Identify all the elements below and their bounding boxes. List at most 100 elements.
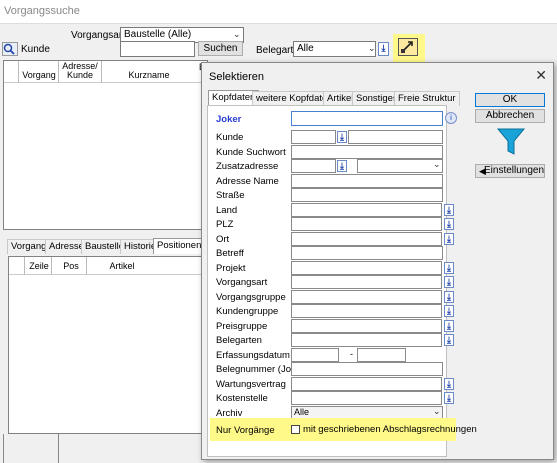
column-header-pos[interactable]: Pos bbox=[58, 261, 84, 271]
column-separator bbox=[58, 61, 59, 83]
abschlag-checkbox[interactable] bbox=[291, 425, 300, 434]
field-input[interactable] bbox=[291, 376, 442, 391]
cancel-button[interactable]: Abbrechen bbox=[475, 109, 545, 123]
select-filter-button[interactable] bbox=[398, 38, 418, 56]
results-grid[interactable] bbox=[3, 60, 208, 230]
field-label: Kunde Suchwort bbox=[216, 146, 286, 158]
picker-icon[interactable]: ⤓ bbox=[337, 131, 347, 143]
field-label: Adresse Name bbox=[216, 175, 279, 187]
close-icon[interactable]: ✕ bbox=[535, 67, 547, 84]
field-label: Zusatzadresse bbox=[216, 161, 279, 172]
erfassungsdatum-from[interactable] bbox=[291, 347, 339, 362]
field-label: Erfassungsdatum bbox=[216, 349, 290, 361]
belegarten-value: Alle bbox=[297, 43, 314, 54]
field-label: Straße bbox=[216, 190, 245, 201]
abschlag-checkbox-label: mit geschriebenen Abschlagsrechnungen bbox=[303, 424, 477, 435]
picker-icon[interactable]: ⤓ bbox=[444, 232, 454, 245]
field-label: PLZ bbox=[216, 219, 234, 230]
picker-icon[interactable]: ⤓ bbox=[444, 305, 454, 317]
field-label: Kunde bbox=[216, 132, 244, 143]
archiv-value: Alle bbox=[294, 406, 310, 417]
dialog-title: Selektieren bbox=[209, 71, 265, 83]
picker-icon[interactable]: ⤓ bbox=[378, 42, 389, 56]
kunde-label: Kunde bbox=[21, 44, 50, 55]
joker-input[interactable] bbox=[291, 111, 443, 126]
picker-icon[interactable]: ⤓ bbox=[444, 290, 454, 303]
filter-icon[interactable] bbox=[495, 126, 527, 158]
field-label: Betreff bbox=[216, 248, 244, 259]
window-title: Vorgangssuche bbox=[4, 5, 80, 17]
picker-icon[interactable]: ⤓ bbox=[444, 377, 454, 390]
kunde-field[interactable] bbox=[291, 130, 336, 144]
divider bbox=[58, 434, 59, 463]
field-input[interactable] bbox=[291, 173, 443, 188]
picker-icon[interactable]: ⤓ bbox=[337, 160, 347, 172]
field-label: Archiv bbox=[216, 407, 243, 419]
field-label: Wartungsvertrag bbox=[216, 378, 286, 390]
zusatzadresse-field[interactable] bbox=[291, 159, 336, 173]
field-input[interactable] bbox=[291, 391, 442, 405]
vorgangsart-label: Vorgangsart bbox=[71, 30, 125, 41]
arrow-left-icon: ◀ bbox=[479, 166, 486, 176]
picker-icon[interactable]: ⤓ bbox=[444, 218, 454, 230]
info-icon[interactable]: i bbox=[445, 112, 457, 124]
field-label: Preisgruppe bbox=[216, 320, 268, 332]
tab-vorgang[interactable]: Vorgang bbox=[7, 239, 51, 254]
divider bbox=[0, 23, 557, 24]
date-range-separator: - bbox=[350, 348, 353, 359]
field-label: Kostenstelle bbox=[216, 393, 268, 404]
positions-grid[interactable] bbox=[8, 256, 208, 434]
ok-button[interactable]: OK bbox=[475, 93, 545, 107]
chevron-down-icon: ⌄ bbox=[433, 159, 441, 169]
tab-freie-struktur[interactable]: Freie Struktur bbox=[394, 91, 460, 106]
field-input[interactable] bbox=[291, 289, 442, 304]
field-input[interactable] bbox=[291, 362, 443, 376]
column-separator bbox=[101, 61, 102, 83]
picker-icon[interactable]: ⤓ bbox=[444, 392, 454, 404]
field-input[interactable] bbox=[291, 333, 442, 347]
field-input[interactable] bbox=[291, 217, 442, 231]
column-header-artikel[interactable]: Artikel bbox=[100, 261, 144, 271]
field-input[interactable] bbox=[291, 144, 443, 159]
field-input[interactable] bbox=[291, 275, 442, 289]
field-input[interactable] bbox=[291, 304, 442, 318]
field-input[interactable] bbox=[291, 202, 442, 217]
vorgangsart-value: Baustelle (Alle) bbox=[124, 29, 192, 40]
belegarten-select[interactable]: Alle bbox=[293, 41, 376, 57]
field-input[interactable] bbox=[291, 231, 442, 246]
column-header-adresse-kunde[interactable]: Adresse/ Kunde bbox=[60, 62, 100, 80]
field-input[interactable] bbox=[291, 188, 443, 202]
search-button[interactable]: Suchen bbox=[198, 41, 243, 56]
field-label: Vorgangsgruppe bbox=[216, 291, 286, 303]
settings-button[interactable]: ◀ Einstellungen bbox=[475, 164, 545, 178]
field-label: Belegarten bbox=[216, 335, 262, 346]
field-label: Ort bbox=[216, 233, 230, 245]
chevron-down-icon: ⌄ bbox=[433, 405, 441, 416]
field-label: Land bbox=[216, 204, 238, 216]
title-bar bbox=[0, 0, 557, 24]
erfassungsdatum-to[interactable] bbox=[357, 347, 406, 362]
column-separator bbox=[24, 257, 25, 275]
field-label: Projekt bbox=[216, 262, 246, 274]
chevron-down-icon: ⌄ bbox=[233, 29, 241, 39]
column-header-vorgang[interactable]: Vorgang bbox=[22, 70, 56, 80]
nur-vorgaenge-label: Nur Vorgänge bbox=[216, 425, 275, 436]
settings-button-label: Einstellungen bbox=[484, 165, 545, 176]
field-input[interactable] bbox=[291, 246, 443, 260]
search-icon[interactable] bbox=[2, 42, 18, 56]
kunde-input[interactable] bbox=[120, 41, 195, 57]
zusatzadresse-select[interactable] bbox=[357, 159, 443, 173]
field-input[interactable] bbox=[291, 318, 442, 333]
column-header-zeile[interactable]: Zeile bbox=[27, 261, 51, 271]
field-label: Vorgangsart bbox=[216, 277, 268, 288]
picker-icon[interactable]: ⤓ bbox=[444, 261, 454, 274]
kunde-name-field[interactable] bbox=[348, 130, 443, 144]
field-input[interactable] bbox=[291, 260, 442, 275]
tab-positionen[interactable]: Positionen bbox=[153, 238, 206, 254]
column-header-kurzname[interactable]: Kurzname bbox=[108, 70, 190, 80]
picker-icon[interactable]: ⤓ bbox=[444, 334, 454, 346]
picker-icon[interactable]: ⤓ bbox=[444, 276, 454, 288]
picker-icon[interactable]: ⤓ bbox=[444, 319, 454, 332]
divider bbox=[3, 434, 4, 463]
picker-icon[interactable]: ⤓ bbox=[444, 203, 454, 216]
